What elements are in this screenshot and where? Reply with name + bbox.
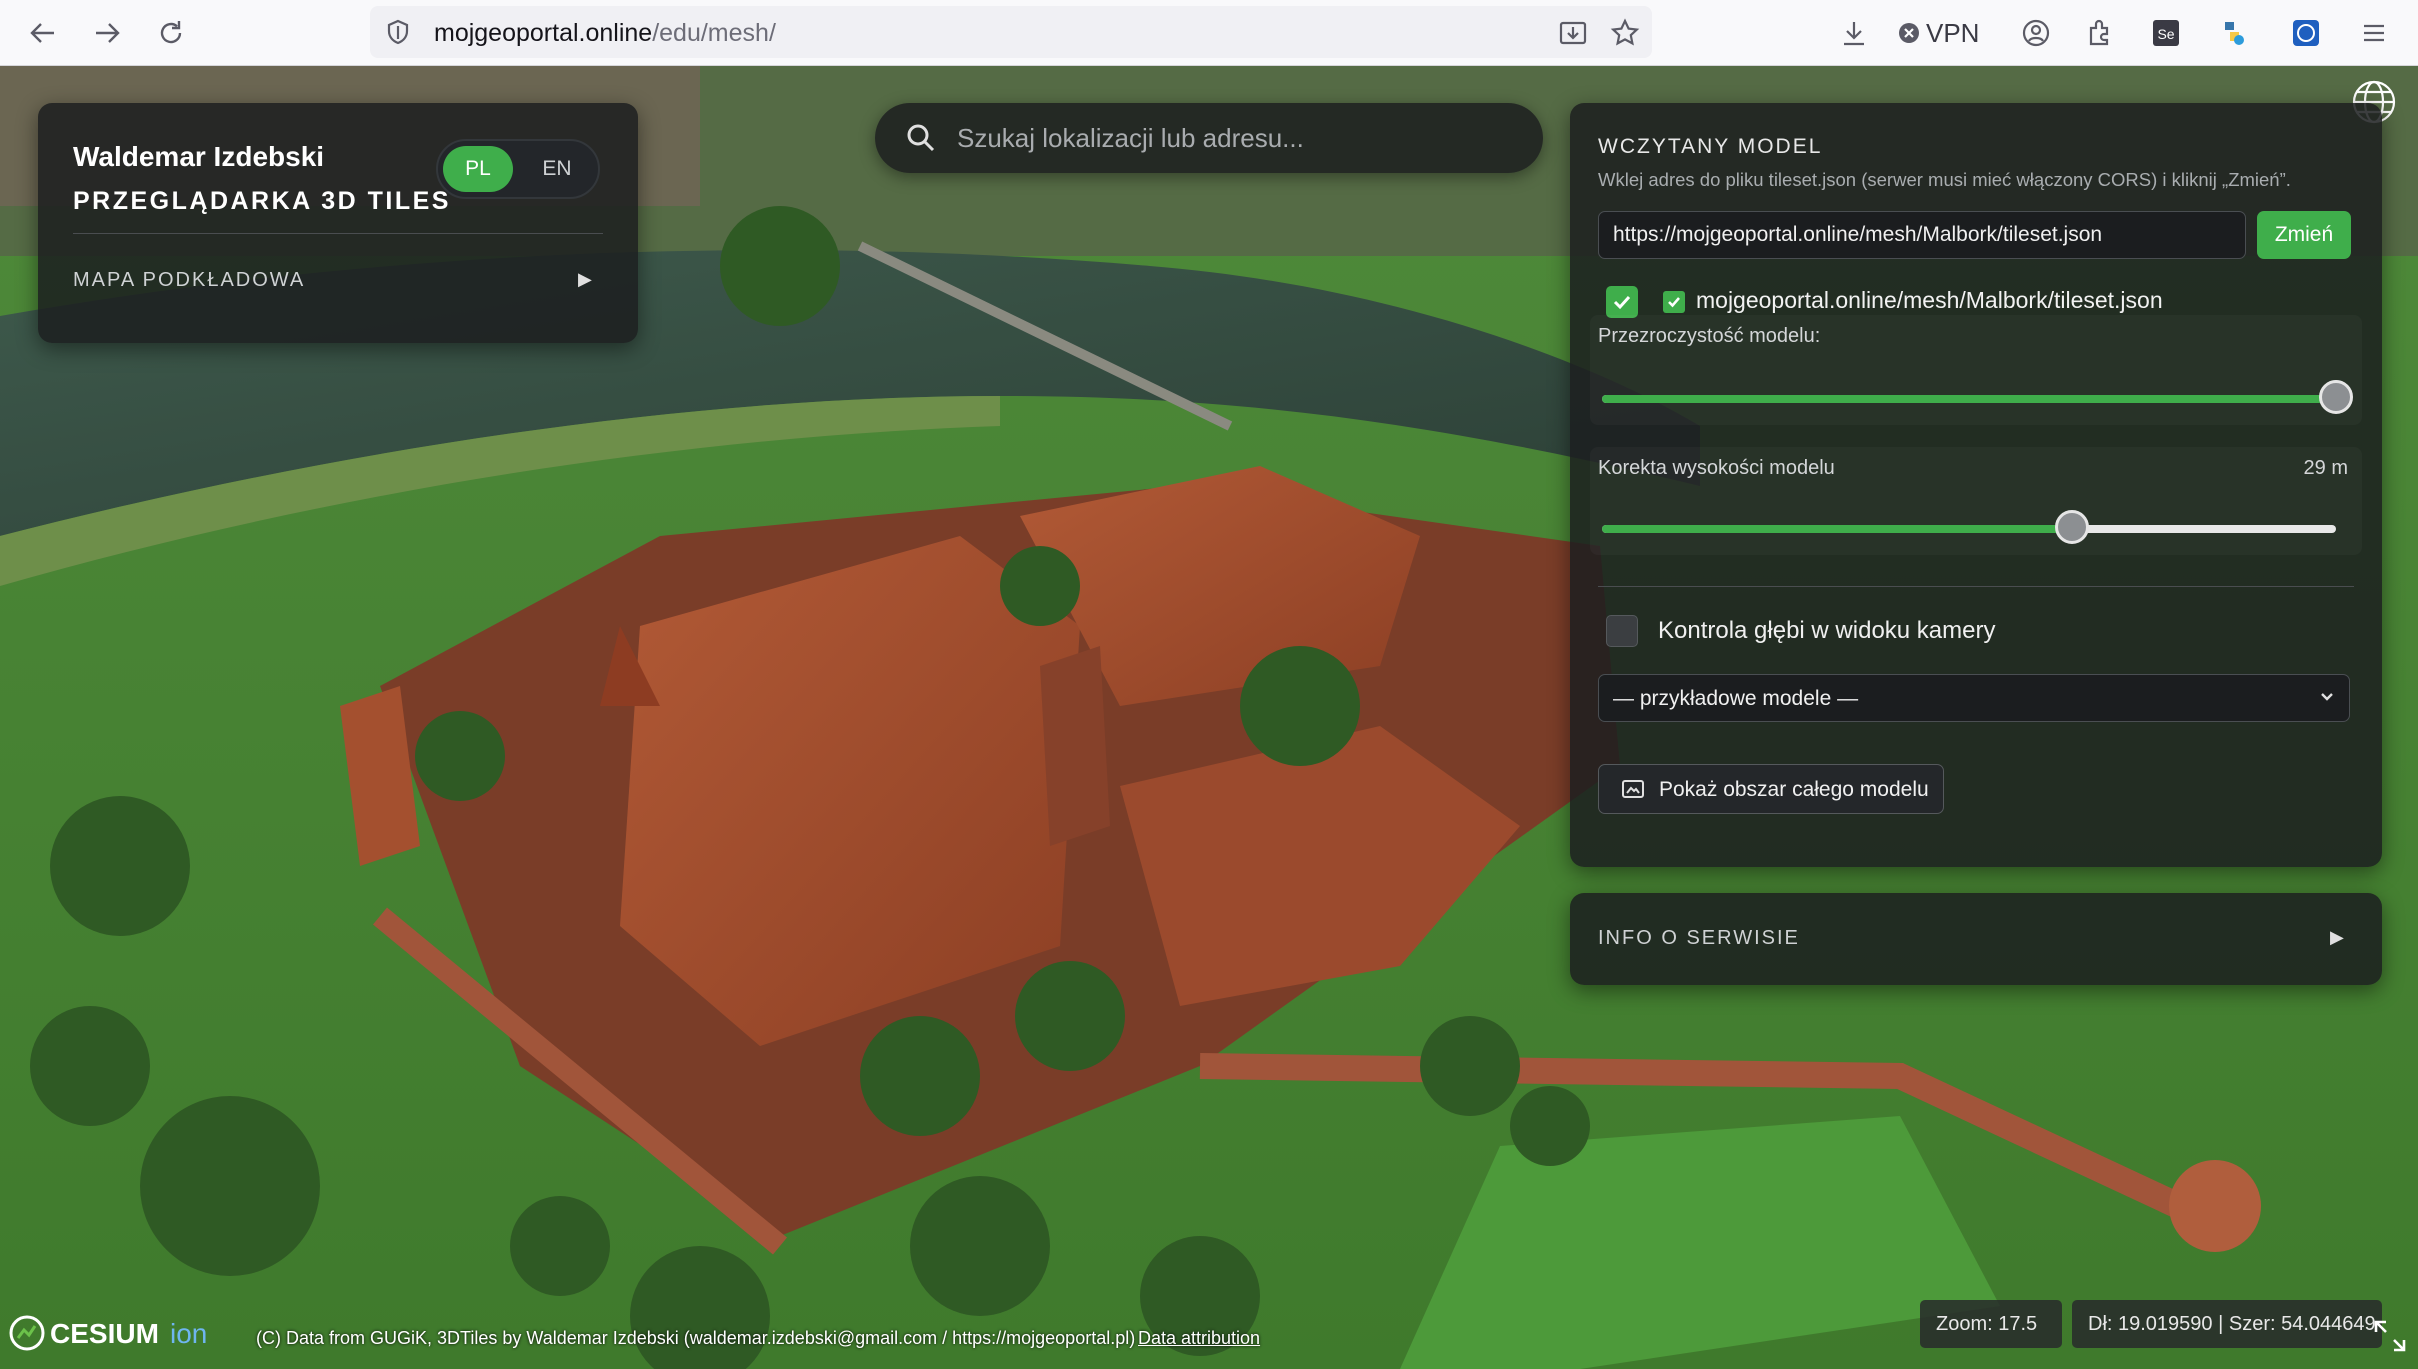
chevron-right-icon[interactable]: ▶ [2330, 927, 2344, 948]
model-help-text: Wklej adres do pliku tileset.json (serwe… [1598, 169, 2291, 190]
search-icon[interactable] [905, 122, 937, 159]
info-panel[interactable]: INFO O SERWISIE ▶ [1570, 893, 2382, 985]
selenium-extension-icon[interactable]: Se [2148, 12, 2184, 54]
sample-models-selected: — przykładowe modele — [1613, 687, 1859, 710]
depth-test-label: Kontrola głębi w widoku kamery [1658, 617, 1996, 644]
browser-toolbar: mojgeoportal.online/edu/mesh/ VPN Se [0, 0, 2418, 66]
credits-bar: CESIUM ion (C) Data from GUGiK, 3DTiles … [0, 1310, 1400, 1354]
chevron-down-icon [2317, 687, 2337, 712]
owner-name: Waldemar Izdebski [73, 141, 325, 172]
height-value: 29 m [2303, 457, 2348, 479]
sample-models-select[interactable]: — przykładowe modele — [1598, 674, 2350, 722]
search-input[interactable] [955, 117, 1519, 159]
bookmark-star-icon[interactable] [1610, 18, 1640, 53]
vpn-button[interactable]: VPN [1898, 12, 1979, 54]
layer-name: mojgeoportal.online/mesh/Malbork/tileset… [1696, 287, 2163, 313]
chevron-right-icon[interactable]: ▶ [578, 269, 592, 290]
extensions-icon[interactable] [2080, 12, 2120, 54]
model-panel-heading: WCZYTANY MODEL [1598, 135, 1823, 158]
opacity-slider-fill [1602, 395, 2336, 403]
app-header-panel: Waldemar Izdebski PRZEGLĄDARKA 3D TILES … [38, 103, 638, 343]
depth-test-checkbox[interactable] [1606, 615, 1638, 647]
change-model-button[interactable]: Zmień [2257, 211, 2351, 259]
zoom-to-model-label: Pokaż obszar całego modelu [1659, 778, 1929, 801]
checkmark-icon [1668, 297, 1680, 308]
address-bar[interactable]: mojgeoportal.online/edu/mesh/ [370, 6, 1652, 58]
data-attribution-link[interactable]: Data attribution [1138, 1328, 1260, 1349]
vpn-status-icon [1899, 23, 1919, 43]
layer-checkbox[interactable] [1663, 291, 1685, 313]
tileset-url-input[interactable] [1598, 211, 2246, 259]
language-en-button[interactable]: EN [522, 146, 592, 192]
data-credit: (C) Data from GUGiK, 3DTiles by Waldemar… [256, 1328, 1136, 1348]
model-panel: WCZYTANY MODEL Wklej adres do pliku tile… [1570, 103, 2382, 867]
account-icon[interactable] [2016, 12, 2056, 54]
forward-icon[interactable] [86, 12, 128, 54]
menu-icon[interactable] [2354, 12, 2394, 54]
svg-text:Se: Se [2157, 26, 2174, 42]
coordinates-readout: Dł: 19.019590 | Szer: 54.044649 [2072, 1300, 2382, 1348]
divider [73, 233, 603, 234]
zoom-to-model-button[interactable]: Pokaż obszar całego modelu [1598, 764, 1944, 814]
save-page-icon[interactable] [1558, 18, 1588, 53]
python-extension-icon[interactable] [2214, 12, 2250, 54]
height-label: Korekta wysokości modelu [1598, 457, 1835, 479]
cesium-ion-logo[interactable]: CESIUM ion [8, 1314, 248, 1357]
downloads-icon[interactable] [1834, 12, 1874, 54]
model-visibility-checkbox[interactable] [1606, 286, 1638, 318]
height-control: Korekta wysokości modelu 29 m [1590, 447, 2362, 555]
height-slider-handle[interactable] [2054, 510, 2089, 544]
height-slider-fill [1602, 525, 2072, 533]
url-text[interactable]: mojgeoportal.online/edu/mesh/ [434, 19, 776, 48]
opacity-label: Przezroczystość modelu: [1598, 325, 1821, 347]
opacity-slider-handle[interactable] [2319, 380, 2353, 414]
divider [1598, 586, 2354, 587]
reload-icon[interactable] [150, 12, 192, 54]
svg-text:CESIUM: CESIUM [50, 1318, 159, 1349]
shield-icon[interactable] [384, 18, 412, 51]
opacity-slider[interactable] [1602, 380, 2353, 414]
height-slider[interactable] [1602, 510, 2336, 544]
language-pl-button[interactable]: PL [443, 146, 513, 192]
info-section-toggle[interactable]: INFO O SERWISIE [1598, 927, 1800, 950]
app-title: PRZEGLĄDARKA 3D TILES [73, 187, 451, 215]
blue-extension-icon[interactable] [2288, 12, 2324, 54]
checkmark-icon [1613, 295, 1631, 310]
opacity-control: Przezroczystość modelu: [1590, 315, 2362, 425]
frame-icon [1621, 779, 1645, 806]
zoom-readout: Zoom: 17.5 [1920, 1300, 2062, 1348]
svg-text:ion: ion [170, 1318, 207, 1349]
fullscreen-icon[interactable] [2372, 1318, 2408, 1359]
basemap-section-toggle[interactable]: MAPA PODKŁADOWA [73, 269, 305, 292]
back-icon[interactable] [22, 12, 64, 54]
search-bar [875, 103, 1543, 173]
language-toggle: PL EN [436, 139, 600, 199]
